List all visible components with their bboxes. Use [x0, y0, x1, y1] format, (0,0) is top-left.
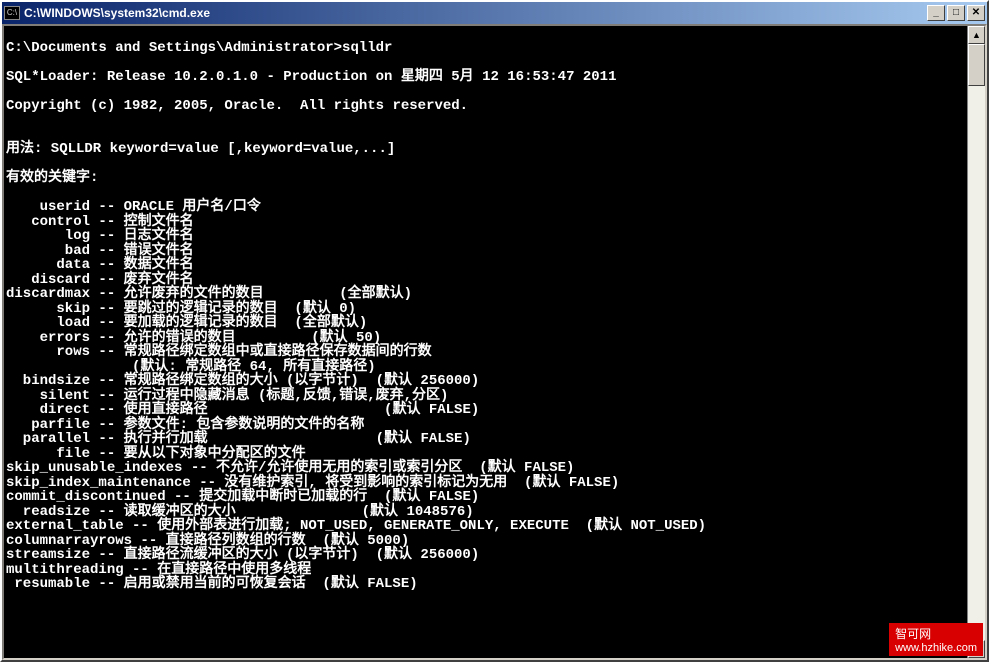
scroll-thumb[interactable] [968, 44, 985, 86]
scroll-track[interactable] [968, 44, 985, 640]
watermark: 智可网 www.hzhike.com [889, 623, 983, 656]
cmd-icon: C:\ [4, 6, 20, 20]
window-title: C:\WINDOWS\system32\cmd.exe [24, 6, 927, 20]
watermark-text: 智可网 [895, 625, 977, 642]
client-area: C:\Documents and Settings\Administrator>… [2, 24, 987, 660]
maximize-button[interactable]: □ [947, 5, 965, 21]
window-controls: _ □ ✕ [927, 5, 985, 21]
close-button[interactable]: ✕ [967, 5, 985, 21]
title-bar[interactable]: C:\ C:\WINDOWS\system32\cmd.exe _ □ ✕ [2, 2, 987, 24]
watermark-url: www.hzhike.com [895, 642, 977, 654]
cmd-window: C:\ C:\WINDOWS\system32\cmd.exe _ □ ✕ C:… [0, 0, 989, 662]
vertical-scrollbar[interactable]: ▲ ▼ [967, 26, 985, 658]
scroll-up-button[interactable]: ▲ [968, 26, 985, 44]
minimize-button[interactable]: _ [927, 5, 945, 21]
terminal-output[interactable]: C:\Documents and Settings\Administrator>… [4, 26, 967, 658]
